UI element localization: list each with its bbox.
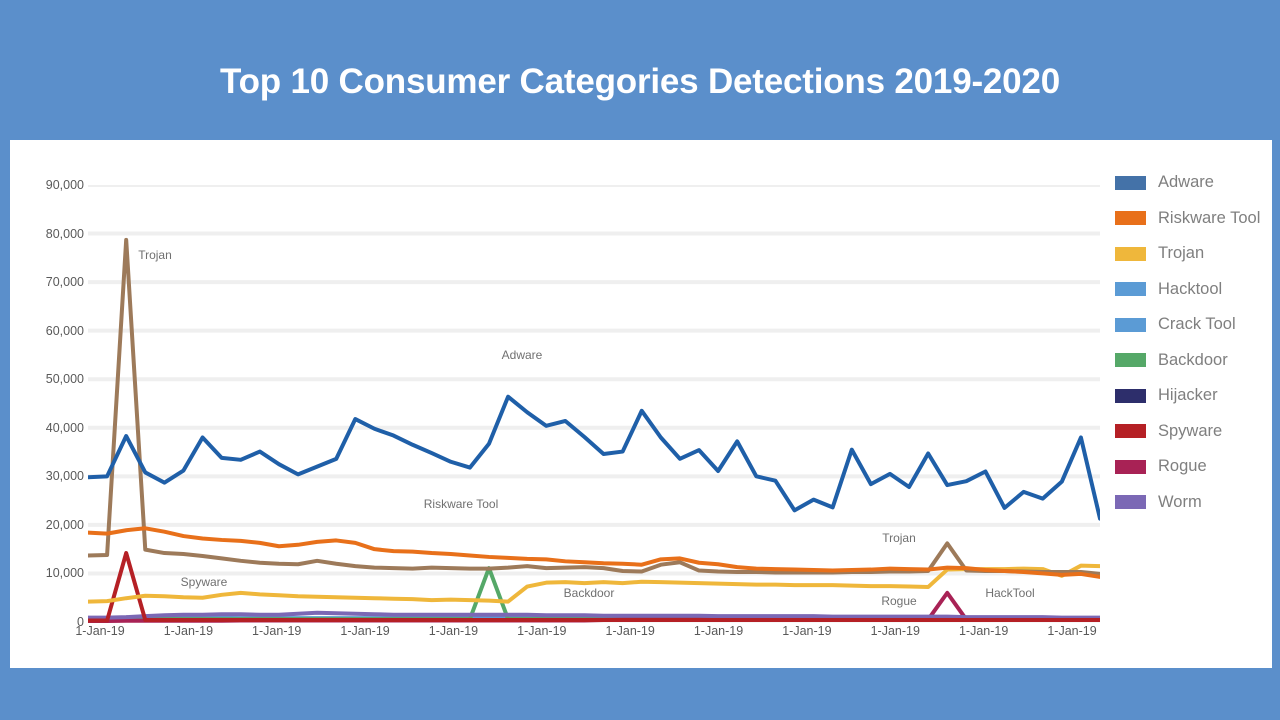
legend-color-swatch — [1115, 317, 1146, 332]
x-axis-tick-label: 1-Jan-19 — [340, 624, 390, 638]
series-annotation: Riskware Tool — [423, 497, 499, 511]
x-axis-tick-label: 1-Jan-19 — [1047, 624, 1097, 638]
legend-color-swatch — [1115, 175, 1146, 190]
x-axis-tick-label: 1-Jan-19 — [693, 624, 744, 638]
page-title: Top 10 Consumer Categories Detections 20… — [220, 62, 1060, 101]
x-axis-tick-label: 1-Jan-19 — [605, 624, 655, 638]
series-annotation: Backdoor — [563, 586, 615, 600]
legend-item-label: Adware — [1158, 173, 1214, 192]
legend-item[interactable]: Crack Tool — [1115, 307, 1280, 343]
x-axis-tick-label: 1-Jan-19 — [782, 624, 832, 638]
legend-color-swatch — [1115, 388, 1146, 403]
x-axis-tick-label: 1-Jan-19 — [252, 624, 302, 638]
x-axis-labels: 1-Jan-19 1-Jan-19 1-Jan-19 1-Jan-19 1-Jan-19… — [75, 624, 1100, 646]
legend-item-label: Hacktool — [1158, 279, 1223, 298]
legend-item-label: Spyware — [1158, 421, 1223, 440]
legend-item[interactable]: Trojan — [1115, 236, 1280, 272]
y-axis-tick-label: 60,000 — [45, 323, 84, 338]
legend-color-swatch — [1115, 424, 1146, 439]
series-annotation: Spyware — [180, 575, 228, 589]
legend-color-swatch — [1115, 353, 1146, 368]
legend-item-label: Riskware Tool — [1158, 208, 1261, 227]
legend-item-label: Rogue — [1158, 457, 1207, 476]
series-annotation: Rogue — [881, 594, 917, 608]
y-axis-tick-label: 0 — [77, 615, 84, 629]
legend-item[interactable]: Adware — [1115, 165, 1280, 201]
x-axis-tick-label: 1-Jan-19 — [163, 624, 214, 638]
legend-item[interactable]: Hijacker — [1115, 378, 1280, 414]
legend-color-swatch — [1115, 211, 1146, 226]
legend-item[interactable]: Rogue — [1115, 449, 1280, 485]
legend-item[interactable]: Worm — [1115, 485, 1280, 521]
legend-item-label: Crack Tool — [1158, 315, 1236, 334]
legend-color-swatch — [1115, 246, 1146, 261]
y-axis-tick-label: 80,000 — [45, 226, 84, 241]
y-axis-labels: 90,000 80,000 70,000 60,000 50,000 40,000 30,0… — [10, 178, 84, 629]
y-axis-tick-label: 40,000 — [45, 420, 84, 435]
x-axis-tick-label: 1-Jan-19 — [870, 624, 920, 638]
y-axis-tick-label: 30,000 — [45, 469, 84, 484]
series-annotation: Trojan — [138, 248, 172, 262]
series-line — [88, 394, 1100, 521]
chart-legend: Adware Riskware Tool Trojan Hacktool Crack T… — [1115, 165, 1280, 520]
x-axis-tick-label: 1-Jan-19 — [958, 624, 1009, 638]
x-axis-tick-label: 1-Jan-19 — [517, 624, 567, 638]
y-axis-tick-label: 10,000 — [45, 566, 84, 581]
legend-item-label: Worm — [1158, 492, 1202, 511]
legend-item-label: Hijacker — [1158, 386, 1218, 405]
legend-item[interactable]: Hacktool — [1115, 272, 1280, 308]
legend-color-swatch — [1115, 495, 1146, 510]
legend-item[interactable]: Backdoor — [1115, 343, 1280, 379]
legend-item-label: Backdoor — [1158, 350, 1228, 369]
legend-color-swatch — [1115, 459, 1146, 474]
series-annotation: Adware — [501, 348, 543, 362]
y-axis-tick-label: 90,000 — [45, 178, 84, 192]
legend-item[interactable]: Spyware — [1115, 414, 1280, 450]
slide-root: Top 10 Consumer Categories Detections 20… — [0, 0, 1280, 720]
series-annotation: HackTool — [985, 586, 1035, 600]
legend-item[interactable]: Riskware Tool — [1115, 201, 1280, 237]
legend-color-swatch — [1115, 282, 1146, 297]
chart-panel: 90,000 80,000 70,000 60,000 50,000 40,000 30,0… — [10, 140, 1272, 668]
legend-item-label: Trojan — [1158, 244, 1205, 263]
y-axis-tick-label: 50,000 — [45, 372, 84, 387]
y-axis-tick-label: 70,000 — [45, 275, 84, 290]
x-axis-tick-label: 1-Jan-19 — [75, 624, 125, 638]
x-axis-tick-label: 1-Jan-19 — [428, 624, 479, 638]
series-annotation: Trojan — [882, 531, 916, 545]
y-axis-tick-label: 20,000 — [45, 517, 84, 532]
